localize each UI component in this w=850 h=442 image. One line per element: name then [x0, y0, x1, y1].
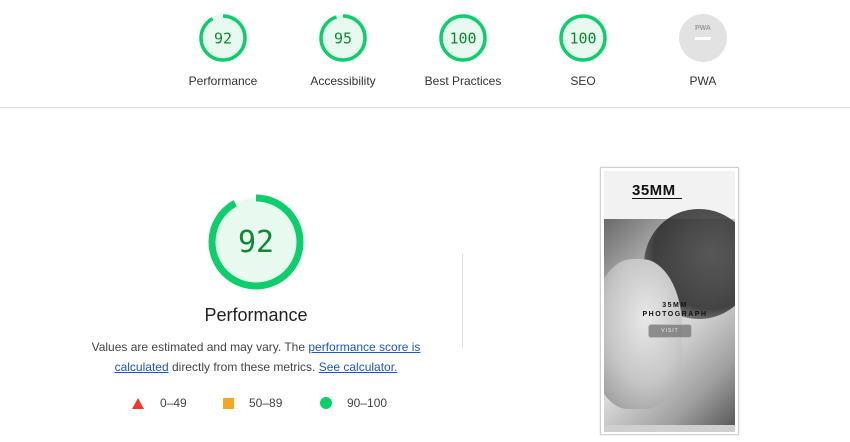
triangle-icon	[132, 397, 144, 409]
visit-button[interactable]: VISIT	[648, 324, 692, 338]
performance-title: Performance	[204, 305, 308, 325]
category-gauges-row: 92 Performance 95 Accessibility 100 Best…	[0, 0, 850, 108]
score-legend: 0–49 50–89 90–100	[130, 396, 410, 412]
gauge-score: 100	[569, 30, 596, 48]
gauge-score: 92	[214, 30, 232, 48]
gauge-label: SEO	[570, 74, 596, 88]
gauge-ring: 100	[439, 14, 487, 62]
gauge-label: Best Practices	[424, 74, 502, 88]
square-icon	[223, 397, 234, 409]
gauge-label: PWA	[689, 74, 717, 88]
legend-fail: 0–49	[132, 396, 187, 410]
gauge-accessibility[interactable]: 95 Accessibility	[293, 13, 393, 93]
hero-title: 35MM PHOTOGRAPH	[620, 301, 730, 319]
gauge-performance[interactable]: 92 Performance	[173, 13, 273, 93]
gauge-label: Performance	[188, 74, 258, 88]
gauge-ring: 95	[319, 14, 367, 62]
hero-title-line1: 35MM	[662, 302, 688, 309]
gauge-ring: 92	[199, 14, 247, 62]
description-text: Values are estimated and may vary. The	[91, 340, 309, 354]
site-footer-strip	[604, 425, 735, 432]
performance-score-gauge: 92	[208, 194, 304, 290]
gauge-pwa[interactable]: PWA PWA	[653, 13, 753, 93]
pwa-badge-text: PWA	[695, 25, 711, 32]
gauge-ring: 100	[559, 14, 607, 62]
screenshot-frame: 35MM 35MM PHOTOGRAPH VISIT	[604, 171, 735, 432]
gauge-score: 95	[334, 30, 352, 48]
pwa-badge-icon: PWA	[679, 14, 727, 62]
legend-fail-label: 0–49	[160, 396, 187, 410]
circle-icon	[320, 397, 332, 409]
performance-score: 92	[238, 225, 274, 260]
legend-average-label: 50–89	[249, 396, 283, 410]
hero-title-line2: PHOTOGRAPH	[642, 311, 708, 318]
legend-average: 50–89	[223, 396, 282, 410]
see-calculator-link[interactable]: See calculator.	[319, 360, 398, 374]
gauge-score: 100	[449, 30, 476, 48]
performance-description: Values are estimated and may vary. The p…	[76, 337, 436, 377]
site-logo: 35MM	[632, 182, 676, 199]
legend-pass-label: 90–100	[347, 396, 388, 410]
gauge-label: Accessibility	[310, 74, 376, 88]
vertical-divider	[462, 254, 463, 348]
legend-pass: 90–100	[320, 396, 387, 410]
gauge-seo[interactable]: 100 SEO	[533, 13, 633, 93]
logo-underline	[632, 198, 682, 199]
gauge-best-practices[interactable]: 100 Best Practices	[413, 13, 513, 93]
hero-photo	[604, 209, 735, 425]
description-text-middle: directly from these metrics.	[168, 360, 319, 374]
page-screenshot-thumbnail[interactable]: 35MM 35MM PHOTOGRAPH VISIT	[600, 167, 739, 435]
